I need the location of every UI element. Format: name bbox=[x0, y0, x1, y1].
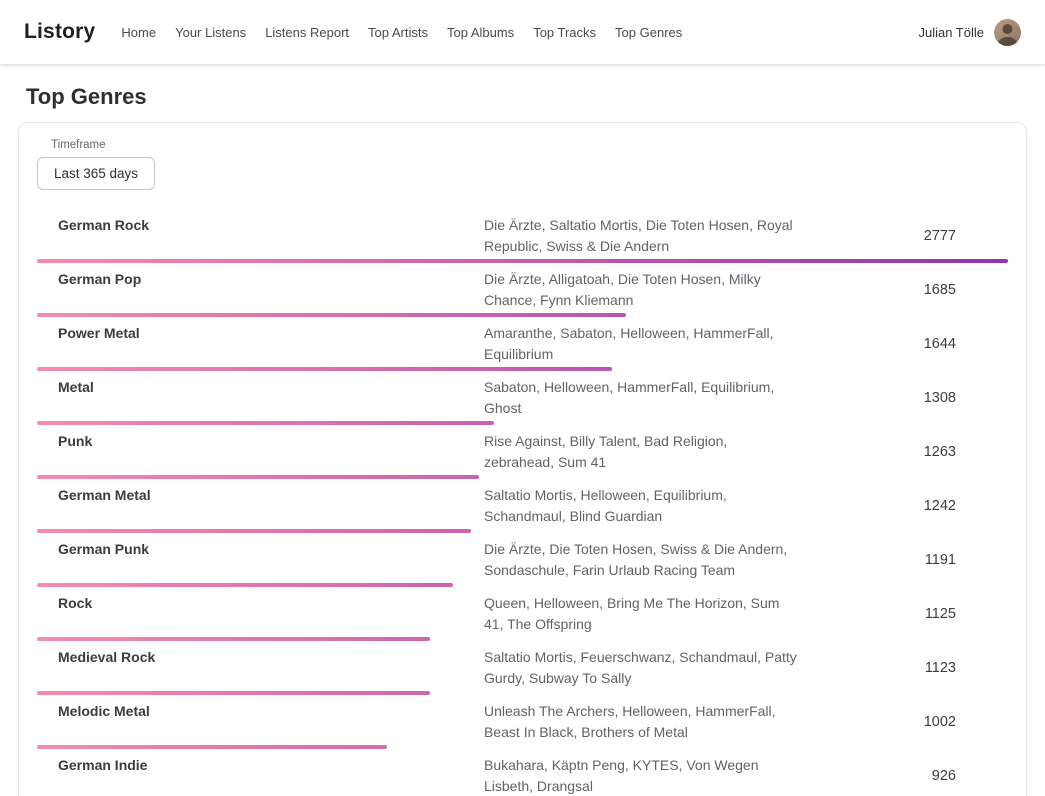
genre-name: German Rock bbox=[37, 215, 484, 257]
genre-bar-fill bbox=[37, 259, 1008, 263]
genre-name: German Indie bbox=[37, 755, 484, 796]
genre-row: Punk Rise Against, Billy Talent, Bad Rel… bbox=[37, 425, 1008, 479]
genre-count: 1191 bbox=[800, 552, 1008, 568]
genre-row-grid: Metal Sabaton, Helloween, HammerFall, Eq… bbox=[37, 377, 1008, 419]
user-area: Julian Tölle bbox=[918, 19, 1021, 46]
genre-artists: Die Ärzte, Saltatio Mortis, Die Toten Ho… bbox=[484, 215, 800, 257]
genre-bar-fill bbox=[37, 745, 387, 749]
genre-row-grid: German Metal Saltatio Mortis, Helloween,… bbox=[37, 485, 1008, 527]
genre-artists: Bukahara, Käptn Peng, KYTES, Von Wegen L… bbox=[484, 755, 800, 796]
nav-top-artists[interactable]: Top Artists bbox=[368, 25, 428, 40]
genre-count: 926 bbox=[800, 768, 1008, 784]
genre-bar bbox=[37, 745, 1008, 749]
timeframe-select[interactable]: Last 365 days bbox=[37, 157, 155, 190]
top-genres-card: Timeframe Last 365 days German Rock Die … bbox=[18, 122, 1027, 796]
genre-name: German Punk bbox=[37, 539, 484, 581]
genre-bar bbox=[37, 367, 1008, 371]
genre-bar-fill bbox=[37, 421, 494, 425]
nav-top-genres[interactable]: Top Genres bbox=[615, 25, 682, 40]
page-title: Top Genres bbox=[26, 84, 1045, 110]
genre-bar bbox=[37, 637, 1008, 641]
user-name: Julian Tölle bbox=[918, 25, 984, 40]
genre-row: Melodic Metal Unleash The Archers, Hello… bbox=[37, 695, 1008, 749]
timeframe-label: Timeframe bbox=[51, 139, 1008, 151]
genre-artists: Die Ärzte, Alligatoah, Die Toten Hosen, … bbox=[484, 269, 800, 311]
genre-artists: Saltatio Mortis, Helloween, Equilibrium,… bbox=[484, 485, 800, 527]
genre-artists: Unleash The Archers, Helloween, HammerFa… bbox=[484, 701, 800, 743]
genre-row-grid: German Punk Die Ärzte, Die Toten Hosen, … bbox=[37, 539, 1008, 581]
genre-bar-fill bbox=[37, 475, 479, 479]
genre-row-grid: German Rock Die Ärzte, Saltatio Mortis, … bbox=[37, 215, 1008, 257]
genre-artists: Saltatio Mortis, Feuerschwanz, Schandmau… bbox=[484, 647, 800, 689]
genre-row: Metal Sabaton, Helloween, HammerFall, Eq… bbox=[37, 371, 1008, 425]
app-header: Listory Home Your Listens Listens Report… bbox=[0, 0, 1045, 64]
genre-bar-fill bbox=[37, 691, 430, 695]
genre-row: German Pop Die Ärzte, Alligatoah, Die To… bbox=[37, 263, 1008, 317]
genre-bar bbox=[37, 259, 1008, 263]
genre-name: Punk bbox=[37, 431, 484, 473]
genre-row-grid: Medieval Rock Saltatio Mortis, Feuerschw… bbox=[37, 647, 1008, 689]
genre-row-grid: Punk Rise Against, Billy Talent, Bad Rel… bbox=[37, 431, 1008, 473]
genre-count: 2777 bbox=[800, 228, 1008, 244]
genre-bar-fill bbox=[37, 313, 626, 317]
genre-row-grid: Melodic Metal Unleash The Archers, Hello… bbox=[37, 701, 1008, 743]
genre-count: 1644 bbox=[800, 336, 1008, 352]
user-avatar[interactable] bbox=[994, 19, 1021, 46]
genre-bar bbox=[37, 583, 1008, 587]
genre-row: German Metal Saltatio Mortis, Helloween,… bbox=[37, 479, 1008, 533]
genre-artists: Rise Against, Billy Talent, Bad Religion… bbox=[484, 431, 800, 473]
main-nav: Home Your Listens Listens Report Top Art… bbox=[121, 25, 682, 40]
nav-listens-report[interactable]: Listens Report bbox=[265, 25, 349, 40]
genre-row-grid: German Indie Bukahara, Käptn Peng, KYTES… bbox=[37, 755, 1008, 796]
nav-top-tracks[interactable]: Top Tracks bbox=[533, 25, 596, 40]
genre-count: 1685 bbox=[800, 282, 1008, 298]
genre-bar bbox=[37, 475, 1008, 479]
genre-bar bbox=[37, 313, 1008, 317]
genre-name: Medieval Rock bbox=[37, 647, 484, 689]
genre-count: 1002 bbox=[800, 714, 1008, 730]
genre-count: 1125 bbox=[800, 606, 1008, 622]
genre-artists: Queen, Helloween, Bring Me The Horizon, … bbox=[484, 593, 800, 635]
genre-name: Melodic Metal bbox=[37, 701, 484, 743]
genre-row: German Indie Bukahara, Käptn Peng, KYTES… bbox=[37, 749, 1008, 796]
genre-count: 1263 bbox=[800, 444, 1008, 460]
genre-row-grid: Rock Queen, Helloween, Bring Me The Hori… bbox=[37, 593, 1008, 635]
genre-name: Metal bbox=[37, 377, 484, 419]
genre-bar-fill bbox=[37, 529, 471, 533]
genre-count: 1123 bbox=[800, 660, 1008, 676]
genre-row: Rock Queen, Helloween, Bring Me The Hori… bbox=[37, 587, 1008, 641]
genre-table: German Rock Die Ärzte, Saltatio Mortis, … bbox=[37, 209, 1008, 796]
genre-row: Power Metal Amaranthe, Sabaton, Hellowee… bbox=[37, 317, 1008, 371]
genre-artists: Die Ärzte, Die Toten Hosen, Swiss & Die … bbox=[484, 539, 800, 581]
genre-bar-fill bbox=[37, 583, 453, 587]
genre-bar bbox=[37, 421, 1008, 425]
genre-name: Rock bbox=[37, 593, 484, 635]
genre-row-grid: German Pop Die Ärzte, Alligatoah, Die To… bbox=[37, 269, 1008, 311]
genre-name: German Metal bbox=[37, 485, 484, 527]
genre-count: 1308 bbox=[800, 390, 1008, 406]
genre-row: German Rock Die Ärzte, Saltatio Mortis, … bbox=[37, 209, 1008, 263]
genre-name: Power Metal bbox=[37, 323, 484, 365]
genre-artists: Amaranthe, Sabaton, Helloween, HammerFal… bbox=[484, 323, 800, 365]
genre-count: 1242 bbox=[800, 498, 1008, 514]
nav-home[interactable]: Home bbox=[121, 25, 156, 40]
genre-row-grid: Power Metal Amaranthe, Sabaton, Hellowee… bbox=[37, 323, 1008, 365]
nav-top-albums[interactable]: Top Albums bbox=[447, 25, 514, 40]
genre-artists: Sabaton, Helloween, HammerFall, Equilibr… bbox=[484, 377, 800, 419]
genre-bar bbox=[37, 691, 1008, 695]
nav-your-listens[interactable]: Your Listens bbox=[175, 25, 246, 40]
app-logo[interactable]: Listory bbox=[24, 20, 95, 44]
genre-bar-fill bbox=[37, 367, 612, 371]
genre-bar bbox=[37, 529, 1008, 533]
genre-bar-fill bbox=[37, 637, 430, 641]
genre-name: German Pop bbox=[37, 269, 484, 311]
genre-row: German Punk Die Ärzte, Die Toten Hosen, … bbox=[37, 533, 1008, 587]
genre-row: Medieval Rock Saltatio Mortis, Feuerschw… bbox=[37, 641, 1008, 695]
avatar-silhouette-icon bbox=[994, 19, 1021, 46]
